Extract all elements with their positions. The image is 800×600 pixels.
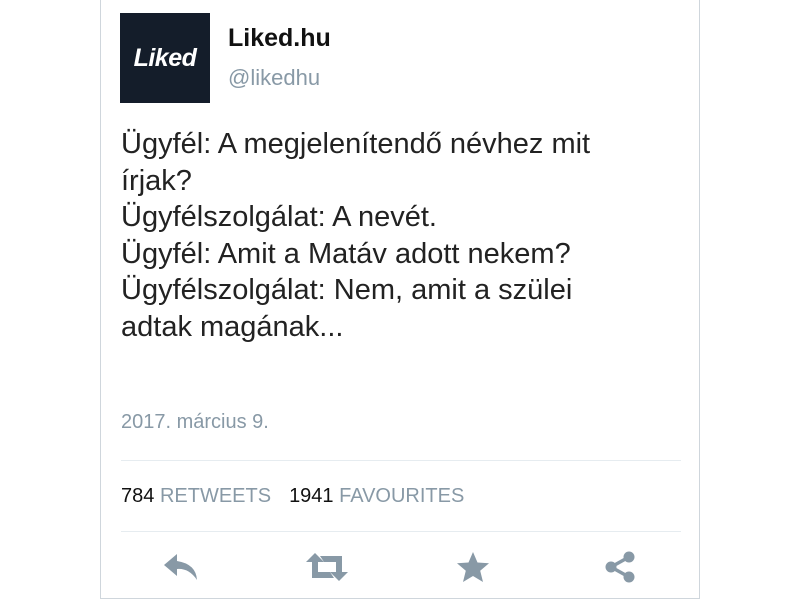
favourites-label: FAVOURITES [339, 485, 465, 507]
tweet-text-line: Ügyfél: Amit a Matáv adott nekem? [121, 237, 571, 270]
tweet-text-line: adtak magának... [121, 310, 344, 343]
share-button[interactable] [598, 545, 642, 589]
favourites-count: 1941 [289, 485, 334, 507]
avatar[interactable]: Liked [120, 13, 210, 103]
tweet-timestamp[interactable]: 2017. március 9. [121, 411, 269, 434]
tweet-text-line: Ügyfél: A megjelenítendő névhez mit [121, 128, 591, 160]
favourite-button[interactable] [451, 545, 495, 589]
retweet-button[interactable] [305, 545, 349, 589]
favourite-star-icon [456, 551, 490, 583]
tweet-text-line: írjak? [121, 164, 192, 197]
retweets-stat[interactable]: 784 RETWEETS [121, 485, 271, 507]
favourites-stat[interactable]: 1941 FAVOURITES [289, 485, 464, 507]
tweet-header: Liked Liked.hu @likedhu [120, 13, 680, 103]
retweets-label: RETWEETS [159, 485, 272, 507]
tweet-actions [101, 545, 699, 589]
share-icon [603, 550, 637, 584]
display-name[interactable]: Liked.hu [228, 24, 331, 53]
divider [121, 531, 681, 532]
reply-button[interactable] [159, 545, 203, 589]
tweet-text-line: Ügyfélszolgálat: Nem, amit a szülei [121, 274, 573, 306]
reply-icon [162, 552, 200, 582]
avatar-logo-text: Liked [133, 43, 197, 72]
retweet-icon [304, 552, 350, 582]
tweet-card: Liked Liked.hu @likedhu Ügyfél: A megjel… [100, 0, 700, 599]
tweet-text: Ügyfél: A megjelenítendő névhez mit írja… [121, 126, 681, 345]
divider [121, 460, 681, 461]
tweet-stats: 784 RETWEETS 1941 FAVOURITES [121, 485, 464, 508]
retweets-count: 784 [121, 485, 155, 507]
user-handle[interactable]: @likedhu [228, 65, 320, 91]
tweet-text-line: Ügyfélszolgálat: A nevét. [121, 201, 437, 233]
